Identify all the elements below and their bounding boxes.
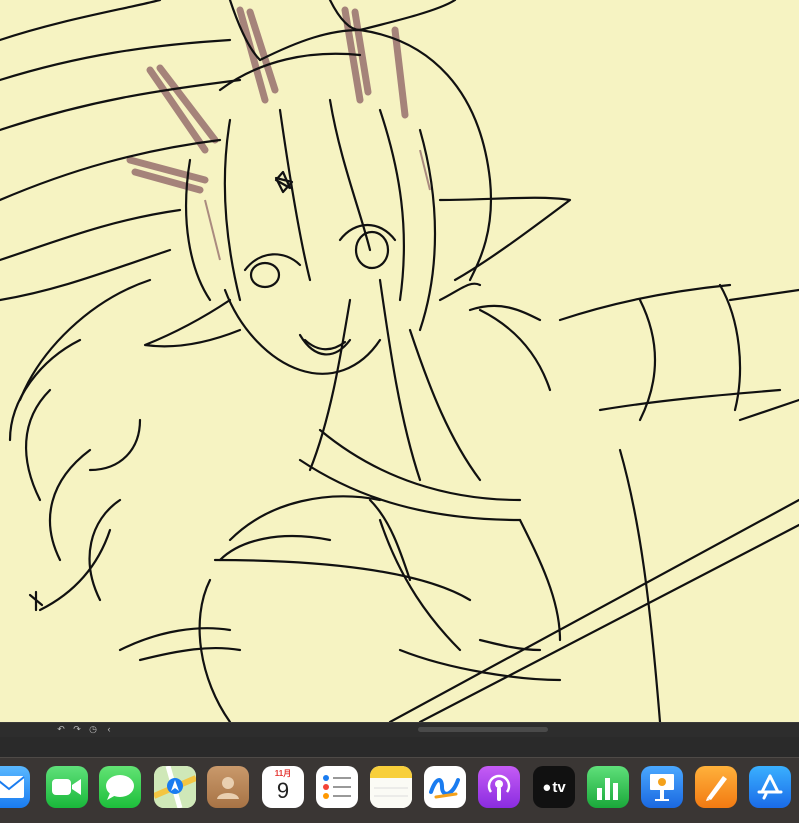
dock-app-facetime[interactable] xyxy=(46,766,88,808)
line-art-illustration xyxy=(0,0,799,722)
redo-icon[interactable]: ↷ xyxy=(72,724,82,734)
mail-icon xyxy=(0,776,25,798)
apple-logo-icon: ● xyxy=(542,778,552,796)
app-store-icon xyxy=(757,774,783,800)
dock-app-freeform[interactable] xyxy=(424,766,466,808)
messages-icon xyxy=(106,775,134,800)
dock-app-maps[interactable] xyxy=(154,766,196,808)
dock-app-messages[interactable] xyxy=(99,766,141,808)
freeform-icon xyxy=(429,778,460,799)
dock-app-podcasts[interactable] xyxy=(478,766,520,808)
calendar-day-label: 9 xyxy=(276,778,290,803)
dock-app-contacts[interactable] xyxy=(207,766,249,808)
contacts-icon xyxy=(217,777,239,799)
notes-icon xyxy=(370,766,412,808)
facetime-icon xyxy=(52,779,81,795)
dock-app-app-store[interactable] xyxy=(749,766,791,808)
maps-icon xyxy=(154,766,196,808)
reminders-icon xyxy=(323,775,351,799)
dock-app-calendar[interactable]: 11月 9 xyxy=(262,766,304,808)
pages-icon xyxy=(706,776,727,801)
dock-app-mail[interactable] xyxy=(0,766,30,808)
numbers-icon xyxy=(597,778,618,800)
drawing-canvas[interactable] xyxy=(0,0,799,722)
dock-app-keynote[interactable] xyxy=(641,766,683,808)
window-bottom-edge xyxy=(0,737,799,757)
tv-app-label: tv xyxy=(552,778,566,796)
dock-app-pages[interactable] xyxy=(695,766,737,808)
dock-app-notes[interactable] xyxy=(370,766,412,808)
keynote-icon xyxy=(650,774,674,801)
macos-dock: 11月 9 ● tv xyxy=(0,757,799,823)
podcasts-icon xyxy=(487,774,511,801)
timer-icon[interactable]: ◷ xyxy=(88,724,98,734)
dock-app-numbers[interactable] xyxy=(587,766,629,808)
horizontal-scrollbar[interactable] xyxy=(418,727,548,732)
dock-app-tv[interactable]: ● tv xyxy=(533,766,575,808)
chevron-left-icon[interactable]: ‹ xyxy=(104,724,114,734)
undo-icon[interactable]: ↶ xyxy=(56,724,66,734)
canvas-status-bar: ↶ ↷ ◷ ‹ xyxy=(0,722,799,737)
dock-app-reminders[interactable] xyxy=(316,766,358,808)
